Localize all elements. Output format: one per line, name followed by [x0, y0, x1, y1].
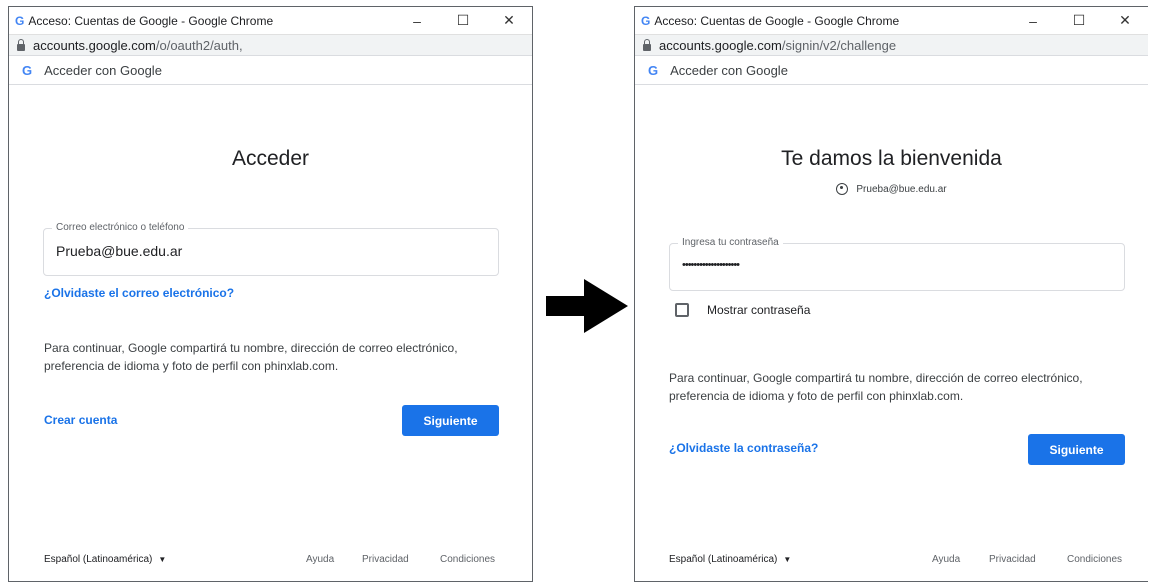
terms-link[interactable]: Condiciones: [1067, 554, 1122, 565]
next-button[interactable]: Siguiente: [402, 405, 499, 436]
show-password-label[interactable]: Mostrar contraseña: [707, 303, 810, 317]
password-field-label: Ingresa tu contraseña: [678, 237, 783, 248]
google-g-icon: G: [648, 62, 659, 78]
minimize-button[interactable]: –: [1010, 7, 1056, 34]
maximize-button[interactable]: ☐: [440, 7, 486, 34]
privacy-link[interactable]: Privacidad: [989, 554, 1036, 565]
consent-note-line: Para continuar, Google compartirá tu nom…: [44, 341, 458, 355]
page-title: Te damos la bienvenida: [781, 147, 1002, 170]
address-bar[interactable]: accounts.google.com/o/oauth2/auth,: [9, 34, 532, 55]
window-title: Acceso: Cuentas de Google - Google Chrom…: [654, 13, 900, 28]
url-path: /signin/v2/challenge: [781, 37, 897, 53]
terms-link[interactable]: Condiciones: [440, 554, 495, 565]
consent-note-line: preferencia de idioma y foto de perfil c…: [669, 389, 964, 403]
email-field-label: Correo electrónico o teléfono: [52, 222, 189, 233]
password-field[interactable]: Ingresa tu contraseña ••••••••••••••••••…: [669, 237, 1125, 291]
account-chip[interactable]: Prueba@bue.edu.ar: [635, 183, 1148, 195]
header-label: Acceder con Google: [44, 62, 162, 78]
chevron-down-icon[interactable]: ▼: [158, 555, 166, 564]
email-field-value: Prueba@bue.edu.ar: [56, 243, 183, 259]
google-g-icon: G: [641, 13, 651, 28]
url-path: /o/oauth2/auth,: [155, 37, 243, 53]
chevron-down-icon[interactable]: ▼: [783, 555, 791, 564]
consent-note-line: preferencia de idioma y foto de perfil c…: [44, 359, 339, 373]
consent-note: Para continuar, Google compartirá tu nom…: [669, 369, 1083, 405]
show-password-checkbox[interactable]: [675, 303, 689, 317]
password-field-value: ••••••••••••••••••••: [682, 259, 740, 271]
page-header: G Acceder con Google: [9, 55, 532, 85]
create-account-link[interactable]: Crear cuenta: [44, 413, 117, 427]
privacy-link[interactable]: Privacidad: [362, 554, 409, 565]
minimize-button[interactable]: –: [394, 7, 440, 34]
account-circle-icon: [836, 183, 849, 195]
google-g-icon: G: [22, 62, 33, 78]
help-link[interactable]: Ayuda: [306, 554, 334, 565]
help-link[interactable]: Ayuda: [932, 554, 960, 565]
language-select[interactable]: Español (Latinoamérica): [44, 554, 152, 565]
maximize-button[interactable]: ☐: [1056, 7, 1102, 34]
lock-icon: [643, 38, 651, 51]
close-button[interactable]: ✕: [486, 7, 532, 34]
consent-note: Para continuar, Google compartirá tu nom…: [44, 339, 458, 375]
window-title: Acceso: Cuentas de Google - Google Chrom…: [28, 13, 274, 28]
browser-window-signin-email: G Acceso: Cuentas de Google - Google Chr…: [8, 6, 533, 582]
email-field[interactable]: Correo electrónico o teléfono Prueba@bue…: [43, 222, 499, 276]
close-button[interactable]: ✕: [1102, 7, 1148, 34]
next-button[interactable]: Siguiente: [1028, 434, 1125, 465]
consent-note-line: Para continuar, Google compartirá tu nom…: [669, 371, 1083, 385]
page-header: G Acceder con Google: [635, 55, 1148, 85]
page-title: Acceder: [231, 147, 310, 170]
arrow-right-icon: [546, 279, 628, 333]
browser-window-signin-password: G Acceso: Cuentas de Google - Google Chr…: [634, 6, 1148, 582]
address-bar[interactable]: accounts.google.com/signin/v2/challenge: [635, 34, 1148, 55]
language-select[interactable]: Español (Latinoamérica): [669, 554, 777, 565]
page-footer: Español (Latinoamérica) ▼ Ayuda Privacid…: [669, 552, 1129, 566]
account-email: Prueba@bue.edu.ar: [856, 183, 947, 195]
url-host: accounts.google.com: [33, 37, 156, 53]
forgot-email-link[interactable]: ¿Olvidaste el correo electrónico?: [44, 286, 234, 300]
window-titlebar: G Acceso: Cuentas de Google - Google Chr…: [9, 7, 532, 34]
window-titlebar: G Acceso: Cuentas de Google - Google Chr…: [635, 7, 1148, 34]
forgot-password-link[interactable]: ¿Olvidaste la contraseña?: [669, 441, 818, 455]
header-label: Acceder con Google: [670, 62, 788, 78]
page-footer: Español (Latinoamérica) ▼ Ayuda Privacid…: [44, 552, 504, 566]
google-g-icon: G: [15, 13, 25, 28]
url-host: accounts.google.com: [659, 37, 782, 53]
lock-icon: [17, 38, 25, 51]
